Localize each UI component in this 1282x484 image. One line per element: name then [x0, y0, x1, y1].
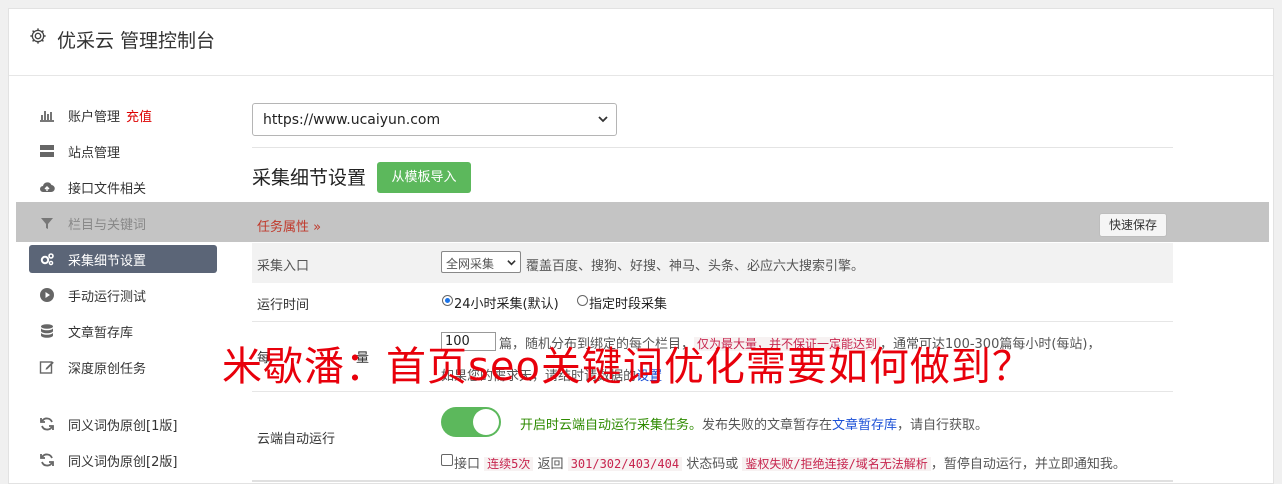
sidebar-item-label: 手动运行测试 [68, 290, 147, 305]
sidebar-item-account[interactable]: 账户管理 充值 [29, 101, 217, 129]
cloud-chk-text: 接口 [454, 457, 481, 472]
bar-chart-icon [40, 111, 54, 122]
chevron-double-down-icon: » [313, 220, 322, 235]
play-circle-icon [40, 288, 54, 302]
pause-on-error-checkbox[interactable] [441, 454, 453, 466]
cloud-code-c: 鉴权失败/拒绝连接/域名无法解析 [742, 457, 931, 471]
task-attr-toggle[interactable]: 任务属性 » [257, 216, 321, 235]
console-panel: 优采云 管理控制台 账户管理 充值 站点管理 接口文件相关 栏目与关键词 采集细节… [8, 8, 1274, 484]
sidebar-item-collect-settings[interactable]: 采集细节设置 [29, 245, 217, 273]
gears-icon [40, 253, 54, 266]
article-store-link[interactable]: 文章暂存库 [832, 418, 897, 433]
task-attr-label: 任务属性 [257, 220, 310, 235]
entry-select-value: 全网采集 [446, 257, 495, 271]
sidebar-item-columns[interactable]: 栏目与关键词 [29, 209, 217, 237]
site-select-value: https://www.ucaiyun.com [263, 112, 441, 128]
database-icon [41, 324, 53, 338]
page-title: 优采云 管理控制台 [57, 30, 216, 52]
entry-description: 覆盖百度、搜狗、好搜、神马、头条、必应六大搜索引擎。 [526, 259, 865, 274]
section-title: 采集细节设置 [252, 167, 367, 189]
cloud-text-e: ，暂停自动运行，并立即通知我。 [930, 457, 1126, 472]
cloud-text-d: 状态码或 [686, 457, 739, 472]
runtime-24h-radio[interactable] [442, 295, 453, 306]
cloud-code-a: 连续5次 [484, 457, 534, 471]
sidebar-item-label: 账户管理 [68, 110, 121, 125]
sidebar-item-label: 文章暂存库 [68, 326, 134, 341]
recharge-link[interactable]: 充值 [126, 110, 152, 125]
chevron-down-icon [507, 260, 516, 266]
runtime-24h-label: 24小时采集(默认) [454, 297, 559, 312]
sidebar-item-manual-run[interactable]: 手动运行测试 [29, 281, 217, 309]
sidebar-item-label: 同义词伪原创[1版] [68, 419, 178, 434]
divider [252, 321, 1173, 322]
cloud-text-line1: 开启时云端自动运行采集任务。发布失败的文章暂存在文章暂存库，请自行获取。 [520, 414, 988, 433]
divider [252, 480, 1173, 482]
toggle-knob [473, 409, 499, 435]
cloud-text-line2: 接口 连续5次 返回 301/302/403/404 状态码或 鉴权失败/拒绝连… [454, 453, 1126, 472]
sidebar-item-synonym-v2[interactable]: 同义词伪原创[2版] [29, 446, 217, 474]
sidebar-item-label: 深度原创任务 [68, 362, 147, 377]
sidebar-item-deep-original[interactable]: 深度原创任务 [29, 353, 217, 381]
sidebar-item-label: 采集细节设置 [68, 254, 147, 269]
sidebar-item-article-store[interactable]: 文章暂存库 [29, 317, 217, 345]
edit-icon [39, 361, 54, 374]
cloud-code-b: 301/302/403/404 [567, 457, 683, 471]
runtime-period-label: 指定时段采集 [589, 297, 668, 312]
sidebar-item-label: 接口文件相关 [68, 182, 147, 197]
sidebar-item-label: 同义词伪原创[2版] [68, 455, 178, 470]
sidebar-item-synonym-v1[interactable]: 同义词伪原创[1版] [29, 410, 217, 438]
page-header: 优采云 管理控制台 [9, 9, 1273, 76]
sidebar-item-sites[interactable]: 站点管理 [29, 137, 217, 165]
sidebar-item-label: 站点管理 [68, 146, 121, 161]
runtime-label: 运行时间 [257, 298, 310, 313]
cloud-label: 云端自动运行 [257, 432, 336, 447]
gear-icon [30, 28, 46, 44]
cloud-text-a: 发布失败的文章暂存在 [702, 418, 833, 433]
cloud-on-text: 开启时云端自动运行采集任务。 [520, 418, 703, 433]
cloud-text-b: ，请自行获取。 [897, 418, 989, 433]
divider [252, 147, 1173, 148]
cloud-upload-icon [40, 182, 55, 193]
refresh-icon [40, 453, 54, 467]
watermark-overlay-text: 米歇潘：首页seo关键词优化需要如何做到？ [222, 344, 1033, 390]
entry-select[interactable]: 全网采集 [441, 251, 521, 273]
runtime-period-radio[interactable] [577, 295, 588, 306]
cloud-text-c: 返回 [537, 457, 564, 472]
server-icon [40, 145, 54, 157]
filter-icon [41, 218, 53, 229]
quick-save-button[interactable]: 快速保存 [1099, 213, 1167, 237]
site-select[interactable]: https://www.ucaiyun.com [252, 103, 617, 136]
chevron-down-icon [598, 116, 608, 123]
sidebar-item-label: 栏目与关键词 [68, 218, 147, 233]
refresh-icon [40, 417, 54, 431]
sidebar-item-interface[interactable]: 接口文件相关 [29, 173, 217, 201]
import-from-template-button[interactable]: 从模板导入 [377, 162, 471, 193]
cloud-auto-run-toggle[interactable] [441, 407, 501, 437]
entry-label: 采集入口 [257, 259, 310, 274]
